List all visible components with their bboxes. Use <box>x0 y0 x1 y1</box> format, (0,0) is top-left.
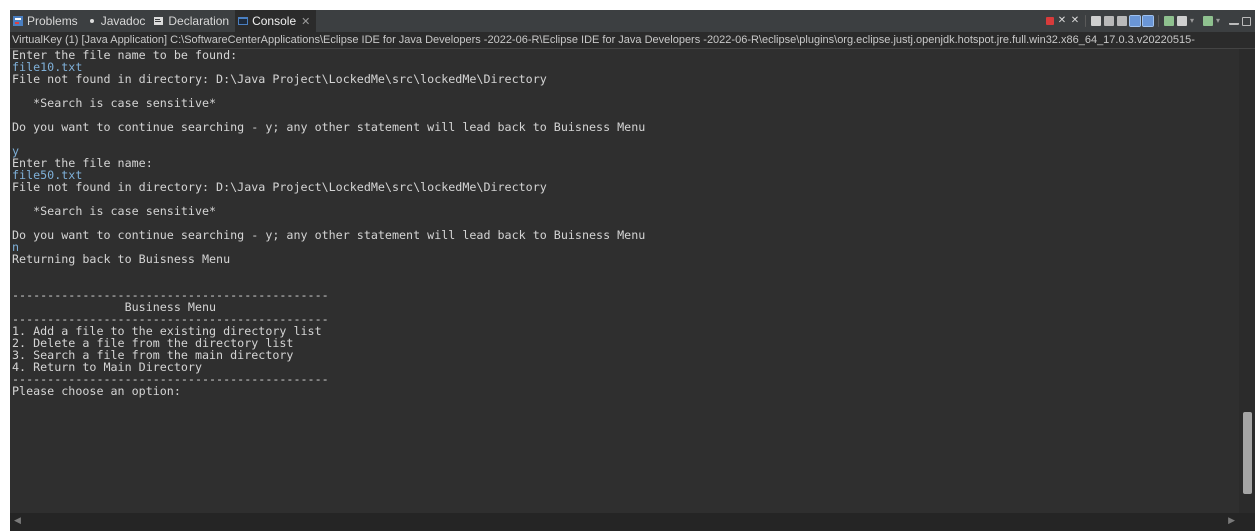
terminate-icon[interactable] <box>1046 17 1054 25</box>
show-stderr-icon[interactable] <box>1142 15 1154 27</box>
chevron-down-icon[interactable]: ▾ <box>1216 16 1226 26</box>
tab-javadoc[interactable]: Javadoc <box>84 10 152 32</box>
chevron-down-icon[interactable]: ▾ <box>1190 16 1200 26</box>
maximize-icon[interactable] <box>1242 16 1251 26</box>
close-icon[interactable]: ✕ <box>301 15 310 28</box>
scrollbar-thumb[interactable] <box>1243 412 1252 494</box>
tab-label: Console <box>252 14 297 28</box>
toolbar-separator <box>1085 15 1086 27</box>
remove-launch-icon[interactable]: ✕ <box>1057 16 1067 26</box>
console-output-line: Do you want to continue searching - y; a… <box>12 228 646 242</box>
tab-label: Declaration <box>168 14 230 28</box>
console-output-line: Enter the file name: <box>12 156 153 170</box>
scrollbar-corner <box>1239 513 1255 531</box>
declaration-icon <box>154 17 164 25</box>
console-toolbar: ✕ ✕ ▾ ▾ <box>1046 14 1251 28</box>
scroll-right-icon[interactable]: ▶ <box>1228 516 1235 526</box>
word-wrap-icon[interactable] <box>1117 16 1127 26</box>
console-output-line: ----------------------------------------… <box>12 372 329 386</box>
vertical-scrollbar[interactable] <box>1239 49 1255 513</box>
toolbar-separator <box>1158 15 1159 27</box>
console-view: Problems Javadoc Declaration Console ✕ ✕… <box>10 10 1255 531</box>
horizontal-scrollbar[interactable]: ◀ ▶ <box>10 513 1239 531</box>
display-console-icon[interactable] <box>1177 16 1187 26</box>
tab-declaration[interactable]: Declaration <box>151 10 235 32</box>
tab-console[interactable]: Console ✕ <box>235 10 317 32</box>
tab-label: Javadoc <box>100 14 146 28</box>
console-output[interactable]: Enter the file name to be found: file10.t… <box>10 49 1239 513</box>
console-output-line: File not found in directory: D:\Java Pro… <box>12 72 547 86</box>
console-output-line: Do you want to continue searching - y; a… <box>12 120 646 134</box>
clear-console-icon[interactable] <box>1091 16 1101 26</box>
tab-problems[interactable]: Problems <box>10 10 84 32</box>
console-output-line: *Search is case sensitive* <box>12 204 217 218</box>
console-icon <box>238 17 249 25</box>
scroll-left-icon[interactable]: ◀ <box>14 516 21 526</box>
javadoc-icon <box>89 19 94 23</box>
open-console-icon[interactable] <box>1203 16 1213 26</box>
console-input-line: y <box>12 144 20 158</box>
remove-all-launches-icon[interactable]: ✕ <box>1070 16 1080 26</box>
console-output-line: Please choose an option: <box>12 384 181 398</box>
console-output-line: Enter the file name to be found: <box>12 49 238 62</box>
view-tab-bar: Problems Javadoc Declaration Console ✕ ✕… <box>10 10 1255 32</box>
show-stdout-icon[interactable] <box>1129 15 1141 27</box>
console-output-line: Returning back to Buisness Menu <box>12 252 231 266</box>
pin-console-icon[interactable] <box>1164 16 1174 26</box>
problems-icon <box>13 16 23 26</box>
scroll-lock-icon[interactable] <box>1104 16 1114 26</box>
console-output-line: File not found in directory: D:\Java Pro… <box>12 180 547 194</box>
launch-description: VirtualKey (1) [Java Application] C:\Sof… <box>10 32 1255 49</box>
tab-label: Problems <box>27 14 78 28</box>
console-output-line: *Search is case sensitive* <box>12 96 217 110</box>
minimize-icon[interactable] <box>1229 17 1239 25</box>
